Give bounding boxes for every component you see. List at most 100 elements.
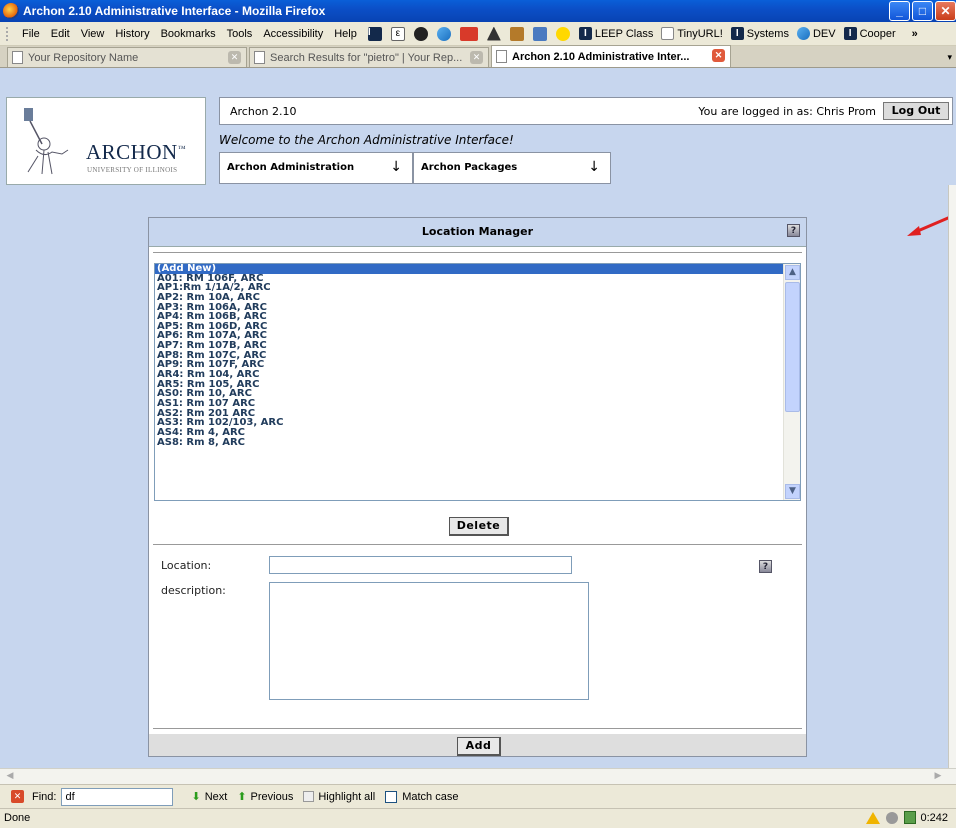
header-bar: Archon 2.10 You are logged in as: Chris … — [219, 97, 953, 125]
scroll-down-icon[interactable]: ▼ — [785, 484, 800, 499]
location-list-scrollbar[interactable]: ▲ ▼ — [783, 264, 800, 500]
add-button[interactable]: Add — [457, 737, 501, 756]
location-list-item[interactable]: AS1: Rm 107 ARC — [155, 399, 784, 409]
scroll-up-icon[interactable]: ▲ — [785, 265, 800, 280]
menu-accessibility[interactable]: Accessibility — [263, 28, 323, 40]
tab-repository[interactable]: Your Repository Name ✕ — [7, 47, 247, 67]
checkbox-icon — [385, 790, 398, 803]
location-list-item[interactable]: AS3: Rm 102/103, ARC — [155, 418, 784, 428]
fm-bookmark-icon[interactable] — [532, 26, 547, 41]
status-text: Done — [4, 812, 31, 824]
menu-bookmarks[interactable]: Bookmarks — [161, 28, 216, 40]
blocked-icon[interactable] — [886, 811, 899, 824]
find-previous-button[interactable]: ⬆ Previous — [237, 790, 293, 804]
status-time: 0:242 — [920, 811, 948, 824]
close-find-bar-icon[interactable]: ✕ — [11, 790, 24, 803]
location-list-item[interactable]: AP1:Rm 1/1A/2, ARC — [155, 283, 784, 293]
menu-history[interactable]: History — [115, 28, 149, 40]
menu-view[interactable]: View — [81, 28, 105, 40]
location-list-item[interactable]: AP7: Rm 107B, ARC — [155, 341, 784, 351]
archon-administration-menu[interactable]: Archon Administration ↓ — [219, 152, 413, 184]
tab-archon-admin[interactable]: Archon 2.10 Administrative Inter... ✕ — [491, 45, 731, 67]
toolbar-grip — [6, 26, 16, 41]
menu-file[interactable]: File — [22, 28, 40, 40]
location-list-item[interactable]: AS0: Rm 10, ARC — [155, 389, 784, 399]
scroll-left-icon[interactable]: ◀ — [2, 770, 18, 784]
find-next-button[interactable]: ⬇ Next — [191, 790, 227, 804]
triangle-bookmark-icon[interactable] — [486, 26, 501, 41]
dark-circle-bookmark-icon[interactable] — [413, 26, 428, 41]
location-label: Location: — [161, 559, 212, 572]
maximize-button[interactable]: □ — [912, 1, 933, 21]
swirl-icon — [796, 27, 810, 40]
down-arrow-icon: ↓ — [390, 159, 402, 175]
welcome-message: Welcome to the Archon Administrative Int… — [219, 133, 514, 147]
red-badge-bookmark-icon[interactable] — [459, 26, 478, 41]
location-list-item[interactable]: AR4: Rm 104, ARC — [155, 370, 784, 380]
help-icon[interactable]: ? — [759, 560, 772, 573]
tab-search-results[interactable]: Search Results for "pietro" | Your Rep..… — [249, 47, 489, 67]
green-document-icon[interactable] — [904, 811, 917, 824]
location-list-item[interactable]: AP4: Rm 106B, ARC — [155, 312, 784, 322]
bookmark-systems[interactable]: I Systems — [730, 27, 789, 40]
bookmark-cooper[interactable]: I Cooper — [843, 27, 896, 40]
animal-bookmark-icon[interactable] — [509, 26, 524, 41]
yellow-dot-bookmark-icon[interactable] — [555, 26, 570, 41]
close-tab-icon[interactable]: ✕ — [712, 49, 725, 62]
page-vertical-scrollbar[interactable] — [948, 185, 956, 768]
close-window-button[interactable]: ✕ — [935, 1, 956, 21]
location-list-item[interactable]: AS2: Rm 201 ARC — [155, 409, 784, 419]
bookmark-tinyurl[interactable]: TinyURL! — [661, 27, 723, 40]
delete-button[interactable]: Delete — [449, 517, 509, 536]
location-list-item[interactable]: AP9: Rm 107F, ARC — [155, 360, 784, 370]
location-list-item[interactable]: AR5: Rm 105, ARC — [155, 380, 784, 390]
warning-icon[interactable] — [866, 811, 881, 824]
log-out-button[interactable]: Log Out — [883, 102, 949, 120]
close-tab-icon[interactable]: ✕ — [470, 51, 483, 64]
menu-edit[interactable]: Edit — [51, 28, 70, 40]
status-bar: Done 0:242 — [0, 808, 956, 828]
location-list-item[interactable]: (Add New) — [155, 264, 784, 274]
scroll-thumb[interactable] — [785, 282, 800, 412]
location-list-item[interactable]: AP3: Rm 106A, ARC — [155, 303, 784, 313]
location-list-item[interactable]: AP8: Rm 107C, ARC — [155, 351, 784, 361]
bookmarks-overflow-button[interactable]: » — [912, 28, 918, 40]
minimize-button[interactable]: _ — [889, 1, 910, 21]
close-tab-icon[interactable]: ✕ — [228, 51, 241, 64]
location-list-item[interactable]: AS4: Rm 4, ARC — [155, 428, 784, 438]
divider — [153, 544, 802, 545]
match-case-checkbox[interactable]: Match case — [385, 790, 458, 803]
description-textarea[interactable] — [269, 582, 589, 700]
location-list-item[interactable]: AS8: Rm 8, ARC — [155, 438, 784, 448]
swirl-bookmark-icon[interactable] — [436, 26, 451, 41]
divider — [153, 728, 802, 729]
menu-tools[interactable]: Tools — [227, 28, 253, 40]
menu-bar: File Edit View History Bookmarks Tools A… — [0, 22, 956, 46]
window-title-bar: Archon 2.10 Administrative Interface - M… — [0, 0, 956, 22]
location-manager-panel: Location Manager ? (Add New) A01: RM 106F… — [148, 217, 807, 757]
menu-help[interactable]: Help — [334, 28, 357, 40]
nyt-bookmark-icon[interactable]: ε — [390, 26, 405, 41]
find-input[interactable] — [61, 787, 174, 806]
page-horizontal-scrollbar[interactable]: ◀ ▶ — [0, 768, 956, 784]
archon-packages-menu[interactable]: Archon Packages ↓ — [413, 152, 611, 184]
location-input[interactable] — [269, 556, 572, 574]
scroll-right-icon[interactable]: ▶ — [930, 770, 946, 784]
bookmark-dev[interactable]: DEV — [796, 27, 836, 40]
location-list-item[interactable]: AP2: Rm 10A, ARC — [155, 293, 784, 303]
illinois-icon: I — [730, 27, 744, 40]
illinois-bookmark-icon[interactable]: I — [367, 26, 382, 41]
archon-logo: ARCHON™ UNIVERSITY OF ILLINOIS — [6, 97, 206, 185]
help-icon[interactable]: ? — [787, 224, 800, 237]
location-list-item[interactable]: AP6: Rm 107A, ARC — [155, 331, 784, 341]
logged-in-label: You are logged in as: Chris Prom — [698, 105, 876, 118]
bookmark-leep-class[interactable]: I LEEP Class — [578, 27, 653, 40]
page-icon — [661, 27, 675, 40]
tab-list-chevron-icon[interactable]: ▾ — [947, 52, 952, 63]
location-list-item[interactable]: A01: RM 106F, ARC — [155, 274, 784, 284]
location-list-item[interactable]: AP5: Rm 106D, ARC — [155, 322, 784, 332]
highlight-all-button[interactable]: Highlight all — [303, 791, 375, 803]
location-list[interactable]: (Add New) A01: RM 106F, ARC AP1:Rm 1/1A/2,… — [154, 263, 801, 501]
page-icon — [496, 50, 507, 63]
page-icon — [12, 51, 23, 64]
